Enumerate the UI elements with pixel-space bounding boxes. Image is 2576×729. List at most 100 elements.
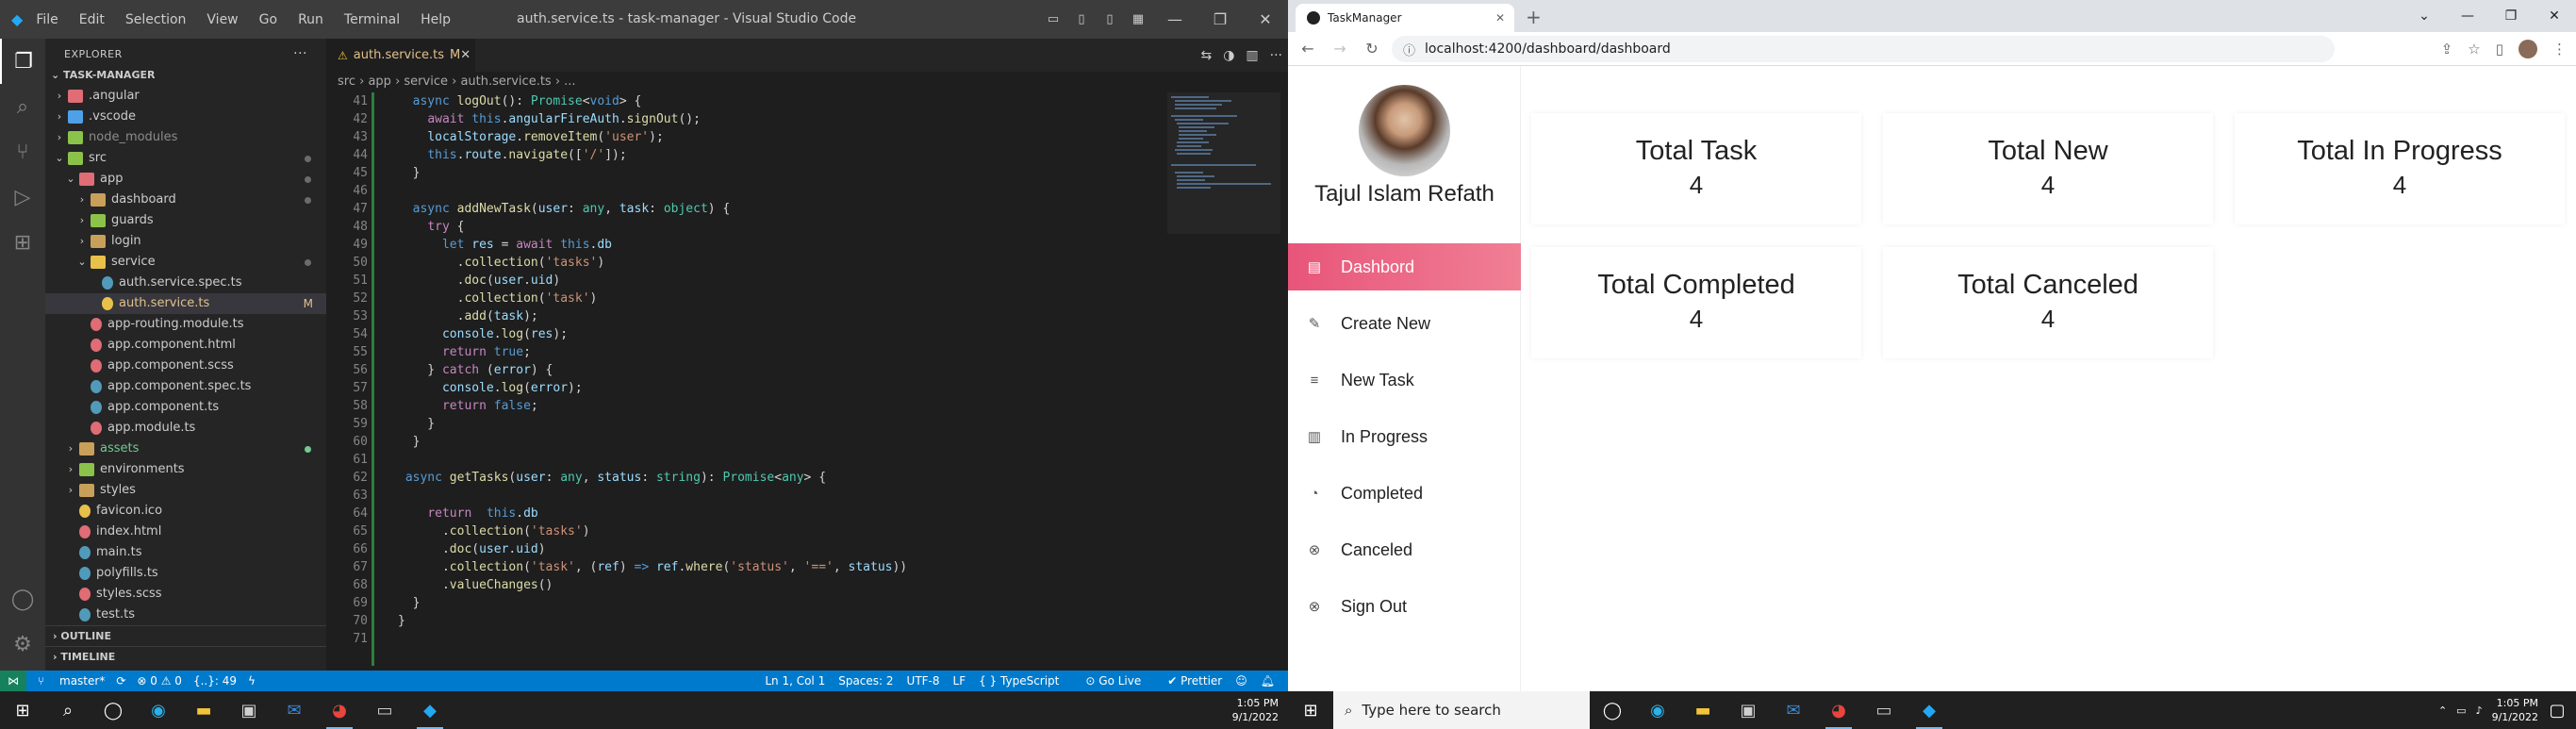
- tree-folder[interactable]: › .angular: [45, 86, 326, 107]
- cursor-position[interactable]: Ln 1, Col 1: [765, 674, 825, 688]
- git-branch[interactable]: ⑂ master*: [38, 674, 105, 688]
- feedback-icon[interactable]: ☺: [1235, 674, 1247, 688]
- code-line[interactable]: .collection('task', (ref) => ref.where('…: [398, 558, 907, 576]
- layout-icon[interactable]: ▦: [1124, 12, 1152, 26]
- taskbar-clock[interactable]: 1:05 PM 9/1/2022: [2492, 696, 2538, 724]
- menu-item-terminal[interactable]: Terminal: [344, 12, 400, 27]
- breadcrumb-item[interactable]: auth.service.ts: [460, 75, 551, 89]
- timeline-section[interactable]: › TIMELINE: [45, 646, 326, 667]
- language-mode[interactable]: { } TypeScript: [979, 674, 1072, 688]
- tree-file[interactable]: index.html: [45, 522, 326, 542]
- code-line[interactable]: }: [398, 415, 435, 433]
- menu-item-help[interactable]: Help: [421, 12, 451, 27]
- tray-chevron-icon[interactable]: ⌃: [2438, 704, 2447, 718]
- sidebar-item-completed[interactable]: ◔ Completed: [1288, 470, 1521, 517]
- new-tab-icon[interactable]: +: [1526, 6, 1542, 28]
- tree-folder[interactable]: › dashboard: [45, 190, 326, 210]
- tree-folder[interactable]: › login: [45, 231, 326, 252]
- edge-icon[interactable]: ◉: [1635, 691, 1680, 729]
- browser-tab[interactable]: TaskManager ✕: [1296, 4, 1514, 32]
- mail-icon[interactable]: ✉: [272, 691, 317, 729]
- breadcrumb-item[interactable]: ...: [564, 75, 575, 89]
- notifications-bell-icon[interactable]: 🔔︎: [1261, 674, 1275, 688]
- code-line[interactable]: }: [398, 594, 421, 612]
- code-line[interactable]: .collection('tasks'): [398, 522, 590, 540]
- braces-indicator[interactable]: {..}: 49: [193, 674, 237, 688]
- terminal-icon[interactable]: ▭: [362, 691, 407, 729]
- chrome-icon[interactable]: ◕: [1816, 691, 1861, 729]
- project-root[interactable]: ⌄ TASK-MANAGER: [45, 65, 326, 86]
- file-explorer-icon[interactable]: ▬: [181, 691, 226, 729]
- extensions-icon[interactable]: ⊞: [0, 220, 45, 265]
- close-icon[interactable]: ✕: [1243, 10, 1288, 28]
- tree-file[interactable]: app-routing.module.ts: [45, 314, 326, 335]
- go-live-button[interactable]: ⊙ Go Live: [1085, 674, 1154, 688]
- minimize-icon[interactable]: —: [2446, 8, 2489, 24]
- menu-item-view[interactable]: View: [206, 12, 238, 27]
- code-line[interactable]: this.route.navigate(['/']);: [398, 146, 626, 164]
- minimize-icon[interactable]: —: [1152, 10, 1197, 28]
- code-line[interactable]: .collection('tasks'): [398, 254, 605, 272]
- minimap[interactable]: [1167, 92, 1280, 234]
- mail-icon[interactable]: ✉: [1771, 691, 1816, 729]
- menu-item-run[interactable]: Run: [298, 12, 323, 27]
- tree-file[interactable]: app.component.html: [45, 335, 326, 356]
- taskbar-clock[interactable]: 1:05 PM 9/1/2022: [1232, 691, 1279, 729]
- prettier-status[interactable]: ✔ Prettier: [1167, 674, 1222, 688]
- notifications-icon[interactable]: ▢: [2538, 691, 2576, 729]
- code-line[interactable]: }: [398, 433, 421, 451]
- tree-folder[interactable]: › environments: [45, 459, 326, 480]
- tree-folder[interactable]: › guards: [45, 210, 326, 231]
- back-icon[interactable]: ←: [1292, 40, 1324, 58]
- tray-area[interactable]: ⌃ ▭ ♪ 1:05 PM 9/1/2022: [2438, 691, 2538, 729]
- sidebar-item-create-new[interactable]: ✎ Create New: [1288, 300, 1521, 347]
- side-panel-icon[interactable]: ▯: [2496, 41, 2503, 58]
- tree-folder[interactable]: ⌄ src: [45, 148, 326, 169]
- terminal-icon[interactable]: ▭: [1861, 691, 1907, 729]
- address-bar[interactable]: ⓘ localhost:4200/dashboard/dashboard: [1392, 36, 2335, 62]
- tree-file[interactable]: app.component.ts: [45, 397, 326, 418]
- sync-icon[interactable]: ⟳: [116, 674, 125, 688]
- code-line[interactable]: localStorage.removeItem('user');: [398, 128, 663, 146]
- tree-file[interactable]: main.ts: [45, 542, 326, 563]
- bookmark-star-icon[interactable]: ☆: [2468, 41, 2480, 58]
- windows-start-icon[interactable]: ⊞: [1288, 691, 1333, 729]
- close-icon[interactable]: ✕: [2533, 8, 2576, 24]
- more-actions-icon[interactable]: ···: [293, 46, 307, 61]
- volume-icon[interactable]: ♪: [2476, 704, 2483, 718]
- menu-item-edit[interactable]: Edit: [79, 12, 105, 27]
- preview-icon[interactable]: ◑: [1223, 48, 1234, 63]
- split-editor-icon[interactable]: ▥: [1246, 48, 1258, 63]
- search-icon[interactable]: ⌕: [0, 84, 45, 129]
- store-icon[interactable]: ▣: [226, 691, 272, 729]
- vscode-taskbar-icon[interactable]: ◆: [1907, 691, 1952, 729]
- line-ending[interactable]: LF: [953, 674, 966, 688]
- tree-folder[interactable]: › .vscode: [45, 107, 326, 127]
- explorer-icon[interactable]: ❐: [0, 39, 45, 84]
- code-line[interactable]: .valueChanges(): [398, 576, 553, 594]
- profile-avatar[interactable]: [2518, 40, 2537, 58]
- close-tab-icon[interactable]: ✕: [1495, 11, 1505, 25]
- vscode-taskbar-icon[interactable]: ◆: [407, 691, 453, 729]
- sidebar-item-new-task[interactable]: ≡ New Task: [1288, 356, 1521, 404]
- menu-kebab-icon[interactable]: ⋮: [2552, 41, 2567, 58]
- reload-icon[interactable]: ↻: [1356, 40, 1388, 58]
- tree-file[interactable]: auth.service.spec.ts: [45, 273, 326, 293]
- more-icon[interactable]: ···: [1270, 48, 1282, 63]
- tree-folder[interactable]: › assets: [45, 439, 326, 459]
- compare-icon[interactable]: ⇆: [1200, 48, 1212, 63]
- menu-item-selection[interactable]: Selection: [125, 12, 187, 27]
- run-debug-icon[interactable]: ▷: [0, 174, 45, 220]
- chrome-icon[interactable]: ◕: [317, 691, 362, 729]
- network-icon[interactable]: ▭: [2456, 704, 2466, 718]
- tree-file[interactable]: app.component.spec.ts: [45, 376, 326, 397]
- code-line[interactable]: return false;: [398, 397, 538, 415]
- code-line[interactable]: try {: [398, 218, 464, 236]
- code-line[interactable]: .doc(user.uid): [398, 540, 546, 558]
- file-explorer-icon[interactable]: ▬: [1680, 691, 1726, 729]
- tree-file[interactable]: styles.scss: [45, 584, 326, 605]
- indentation[interactable]: Spaces: 2: [838, 674, 893, 688]
- code-line[interactable]: .collection('task'): [398, 290, 598, 307]
- layout-icon[interactable]: ▯: [1096, 12, 1124, 26]
- tree-folder[interactable]: › node_modules: [45, 127, 326, 148]
